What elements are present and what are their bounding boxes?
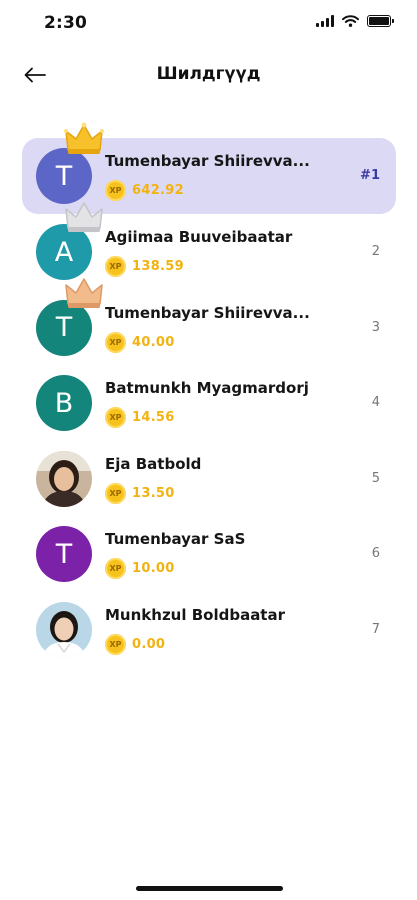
- leaderboard-row[interactable]: Eja Batbold XP 13.50 5: [22, 441, 396, 517]
- xp-coin-icon: XP: [105, 482, 126, 504]
- xp-display: XP 138.59: [105, 256, 184, 277]
- status-icons: [316, 15, 394, 27]
- leaderboard-row[interactable]: T Tumenbayar SaS XP 10.00 6: [22, 516, 396, 592]
- xp-coin-icon: XP: [105, 180, 126, 201]
- xp-display: XP 10.00: [105, 558, 175, 580]
- rank-label: 3: [371, 319, 380, 335]
- user-name: Tumenbayar SaS: [105, 530, 246, 549]
- app-header: Шилдгүүд: [0, 52, 417, 98]
- rank-label: 7: [371, 621, 380, 637]
- leaderboard-row[interactable]: B Batmunkh Myagmardorj XP 14.56 4: [22, 365, 396, 441]
- gold-crown-icon: [64, 122, 104, 154]
- xp-badge-label: XP: [109, 488, 122, 498]
- status-bar: 2:30: [0, 0, 417, 44]
- xp-coin-icon: XP: [105, 633, 126, 655]
- status-time: 2:30: [44, 13, 88, 33]
- xp-value: 642.92: [132, 183, 184, 198]
- xp-display: XP 14.56: [105, 407, 175, 429]
- xp-badge-label: XP: [109, 564, 122, 574]
- rank-label: 6: [371, 546, 380, 562]
- user-name: Munkhzul Boldbaatar: [105, 605, 285, 624]
- avatar: B: [36, 375, 92, 432]
- xp-display: XP 40.00: [105, 331, 175, 353]
- xp-display: XP 13.50: [105, 482, 175, 504]
- page-title: Шилдгүүд: [156, 64, 261, 84]
- rank-label: 4: [371, 395, 380, 411]
- avatar-initial: B: [54, 387, 74, 419]
- avatar-initial: A: [54, 236, 74, 268]
- user-name: Eja Batbold: [105, 454, 202, 473]
- xp-value: 13.50: [132, 485, 175, 501]
- xp-display: XP 0.00: [105, 633, 166, 655]
- xp-coin-icon: XP: [105, 558, 126, 580]
- profile-photo: [36, 601, 92, 658]
- xp-display: XP 642.92: [105, 180, 184, 201]
- xp-badge-label: XP: [109, 413, 122, 423]
- xp-value: 10.00: [132, 561, 175, 577]
- rank-label: 2: [371, 244, 380, 259]
- rank-label: 5: [371, 470, 380, 486]
- cellular-signal-icon: [316, 15, 334, 27]
- xp-coin-icon: XP: [105, 256, 126, 277]
- user-name: Tumenbayar Shiirevva...: [105, 152, 310, 170]
- silver-crown-icon: [65, 202, 103, 232]
- battery-icon: [367, 15, 394, 27]
- xp-value: 0.00: [132, 636, 166, 652]
- xp-value: 40.00: [132, 334, 175, 350]
- xp-badge-label: XP: [109, 639, 122, 649]
- rank-label: #1: [360, 168, 380, 183]
- xp-value: 14.56: [132, 410, 175, 426]
- xp-badge-label: XP: [109, 337, 122, 347]
- xp-coin-icon: XP: [105, 331, 126, 353]
- avatar-initial: T: [55, 538, 73, 570]
- user-name: Batmunkh Myagmardorj: [105, 379, 309, 398]
- bronze-crown-icon: [65, 277, 103, 308]
- user-name: Tumenbayar Shiirevva...: [105, 303, 310, 322]
- home-indicator: [136, 886, 283, 891]
- user-name: Agiimaa Buuveibaatar: [105, 228, 293, 246]
- xp-badge-label: XP: [109, 186, 122, 195]
- avatar: T: [36, 526, 92, 583]
- wifi-icon: [342, 15, 359, 27]
- avatar-photo: [36, 601, 92, 658]
- profile-photo: [36, 450, 92, 507]
- leaderboard-row[interactable]: Munkhzul Boldbaatar XP 0.00 7: [22, 592, 396, 668]
- leaderboard-list: T Tumenbayar Shiirevva... XP 642.92 #1 A…: [22, 122, 396, 668]
- leaderboard-row[interactable]: T Tumenbayar Shiirevva... XP 40.00 3: [22, 277, 396, 366]
- avatar-photo: [36, 450, 92, 507]
- avatar-initial: T: [55, 160, 73, 192]
- xp-value: 138.59: [132, 259, 184, 274]
- avatar: T: [36, 148, 92, 204]
- xp-badge-label: XP: [109, 262, 122, 271]
- xp-coin-icon: XP: [105, 407, 126, 429]
- avatar-initial: T: [55, 312, 73, 344]
